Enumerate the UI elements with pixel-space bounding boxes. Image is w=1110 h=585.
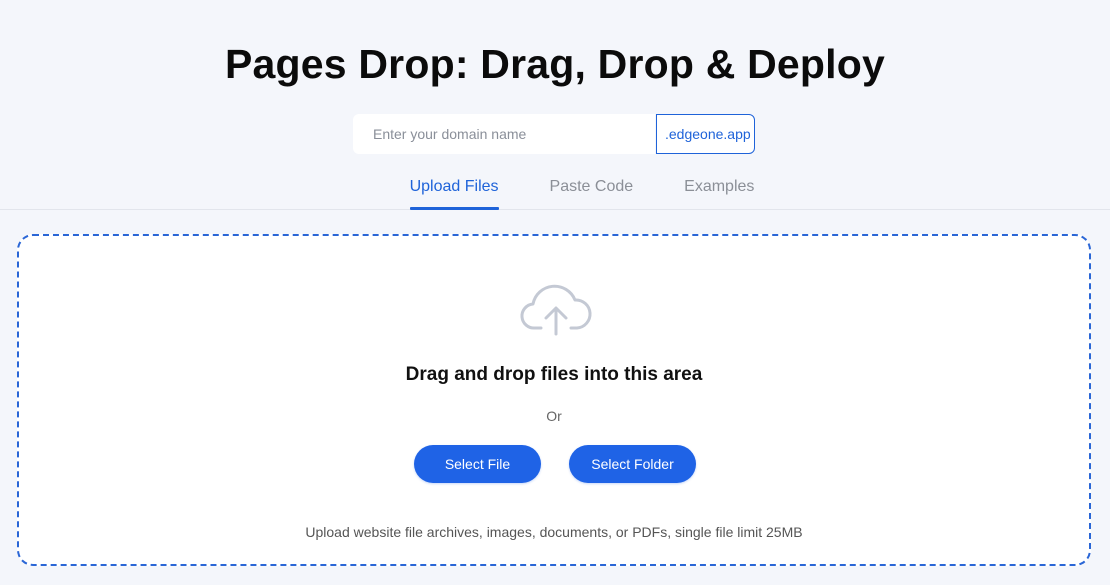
or-separator: Or [546,408,562,424]
tab-paste-code[interactable]: Paste Code [550,170,634,209]
domain-suffix: .edgeone.app [656,114,755,154]
cloud-upload-icon [520,284,592,336]
domain-input-group: .edgeone.app [353,114,755,154]
domain-name-input[interactable] [353,114,655,154]
page: Pages Drop: Drag, Drop & Deploy .edgeone… [0,0,1110,585]
page-title: Pages Drop: Drag, Drop & Deploy [224,41,886,87]
select-file-button[interactable]: Select File [414,445,541,483]
file-dropzone[interactable]: Drag and drop files into this area Or Se… [17,234,1091,566]
tab-upload-files[interactable]: Upload Files [409,170,499,210]
select-folder-button[interactable]: Select Folder [569,445,696,483]
dropzone-heading: Drag and drop files into this area [405,364,703,385]
upload-hint: Upload website file archives, images, do… [305,524,803,540]
tab-bar: Upload Files Paste Code Examples [0,170,1110,210]
tab-examples[interactable]: Examples [684,170,754,209]
